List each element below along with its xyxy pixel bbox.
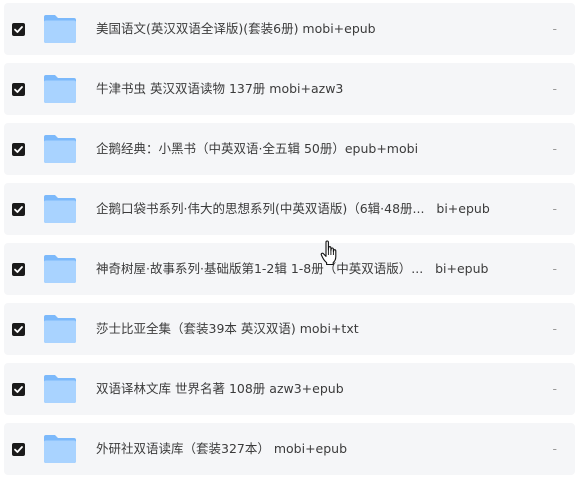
row-checkbox[interactable] bbox=[12, 143, 25, 156]
file-size: - bbox=[552, 321, 557, 336]
file-row[interactable]: 莎士比亚全集（套装39本 英汉双语) mobi+txt - bbox=[4, 303, 575, 355]
file-row[interactable]: 双语译林文库 世界名著 108册 azw3+epub - bbox=[4, 363, 575, 415]
checkmark-icon bbox=[14, 386, 23, 393]
checkmark-icon bbox=[14, 26, 23, 33]
file-row[interactable]: 神奇树屋·故事系列·基础版第1-2辑 1-8册（中英双语版）... bi+epu… bbox=[4, 243, 575, 295]
file-row[interactable]: 牛津书虫 英汉双语读物 137册 mobi+azw3 - bbox=[4, 63, 575, 115]
folder-icon bbox=[42, 13, 78, 45]
checkmark-icon bbox=[14, 446, 23, 453]
row-checkbox[interactable] bbox=[12, 443, 25, 456]
row-checkbox[interactable] bbox=[12, 23, 25, 36]
file-row[interactable]: 企鹅口袋书系列·伟大的思想系列(中英双语版)（6辑·48册... bi+epub… bbox=[4, 183, 575, 235]
checkmark-icon bbox=[14, 266, 23, 273]
file-name[interactable]: 外研社双语读库（套装327本） mobi+epub bbox=[96, 440, 516, 458]
folder-icon bbox=[42, 373, 78, 405]
file-name[interactable]: 企鹅口袋书系列·伟大的思想系列(中英双语版)（6辑·48册... bi+epub bbox=[96, 200, 516, 218]
file-name[interactable]: 企鹅经典：小黑书（中英双语·全五辑 50册）epub+mobi bbox=[96, 140, 516, 158]
file-size: - bbox=[552, 381, 557, 396]
file-row[interactable]: 外研社双语读库（套装327本） mobi+epub - bbox=[4, 423, 575, 475]
folder-icon bbox=[42, 313, 78, 345]
file-name[interactable]: 美国语文(英汉双语全译版)(套装6册) mobi+epub bbox=[96, 20, 516, 38]
checkmark-icon bbox=[14, 326, 23, 333]
folder-icon bbox=[42, 73, 78, 105]
row-checkbox[interactable] bbox=[12, 383, 25, 396]
file-size: - bbox=[552, 81, 557, 96]
file-size: - bbox=[552, 21, 557, 36]
file-size: - bbox=[552, 201, 557, 216]
checkmark-icon bbox=[14, 206, 23, 213]
folder-icon bbox=[42, 193, 78, 225]
file-size: - bbox=[552, 441, 557, 456]
folder-icon bbox=[42, 253, 78, 285]
file-name[interactable]: 神奇树屋·故事系列·基础版第1-2辑 1-8册（中英双语版）... bi+epu… bbox=[96, 260, 516, 278]
row-checkbox[interactable] bbox=[12, 263, 25, 276]
file-size: - bbox=[552, 261, 557, 276]
row-checkbox[interactable] bbox=[12, 203, 25, 216]
file-list: 美国语文(英汉双语全译版)(套装6册) mobi+epub - 牛津书虫 英汉双… bbox=[0, 0, 575, 484]
checkmark-icon bbox=[14, 86, 23, 93]
file-row[interactable]: 美国语文(英汉双语全译版)(套装6册) mobi+epub - bbox=[4, 3, 575, 55]
file-row[interactable]: 企鹅经典：小黑书（中英双语·全五辑 50册）epub+mobi - bbox=[4, 123, 575, 175]
folder-icon bbox=[42, 433, 78, 465]
file-name[interactable]: 双语译林文库 世界名著 108册 azw3+epub bbox=[96, 380, 516, 398]
checkmark-icon bbox=[14, 146, 23, 153]
file-name[interactable]: 牛津书虫 英汉双语读物 137册 mobi+azw3 bbox=[96, 80, 516, 98]
row-checkbox[interactable] bbox=[12, 83, 25, 96]
row-checkbox[interactable] bbox=[12, 323, 25, 336]
file-size: - bbox=[552, 141, 557, 156]
file-name[interactable]: 莎士比亚全集（套装39本 英汉双语) mobi+txt bbox=[96, 320, 516, 338]
folder-icon bbox=[42, 133, 78, 165]
